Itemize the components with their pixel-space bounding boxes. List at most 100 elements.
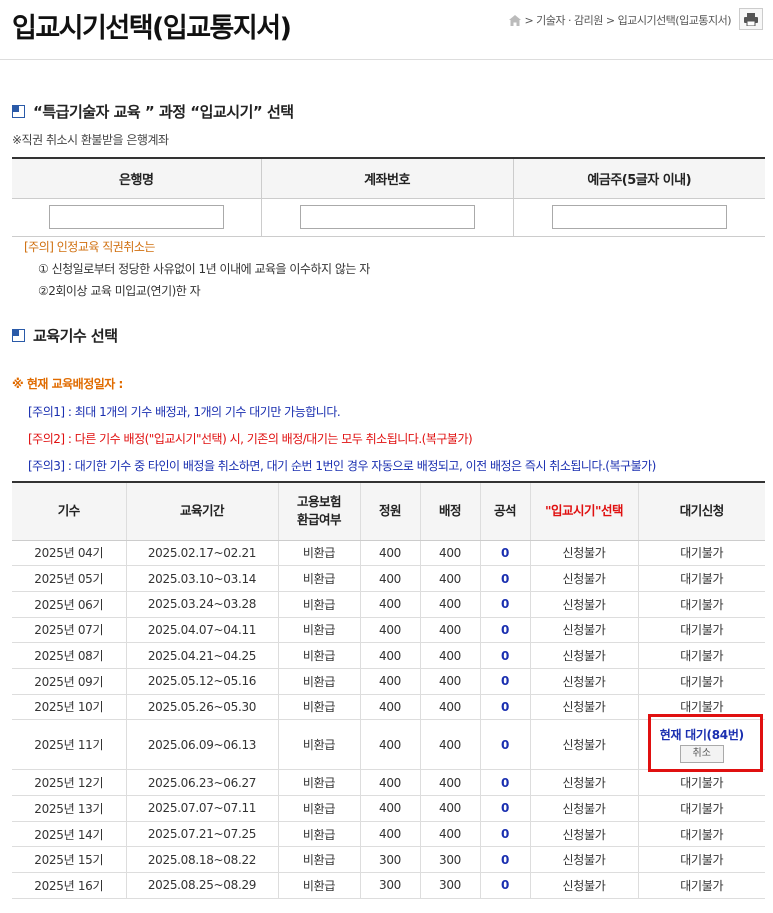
col-assigned: 배정 — [420, 482, 481, 541]
section-title-entry-period: “특급기술자 교육 ” 과정 “입교시기” 선택 — [12, 101, 294, 122]
period-cell: 2025.06.09~06.13 — [126, 719, 279, 771]
assigned-cell: 400 — [420, 591, 481, 618]
period-cell: 2025.08.18~08.22 — [126, 846, 279, 874]
breadcrumb-text: > 기술자 · 감리원 > 입교시기선택(입교통지서) — [524, 14, 731, 27]
capacity-cell: 400 — [360, 617, 421, 644]
col-waitlist: 대기신청 — [638, 482, 765, 541]
assigned-cell: 400 — [420, 694, 481, 721]
insurance-cell: 비환급 — [278, 591, 361, 618]
page-header: 입교시기선택(입교통지서) > 기술자 · 감리원 > 입교시기선택(입교통지서… — [0, 0, 773, 60]
term-cell: 2025년 16기 — [12, 872, 127, 899]
insurance-cell: 비환급 — [278, 795, 361, 822]
waitlist-cell: 대기불가 — [638, 668, 765, 695]
capacity-cell: 400 — [360, 565, 421, 592]
capacity-cell: 400 — [360, 719, 421, 771]
vacancy-cell: 0 — [480, 591, 531, 618]
vacancy-cell: 0 — [480, 642, 531, 669]
period-cell: 2025.04.07~04.11 — [126, 617, 279, 644]
period-cell: 2025.04.21~04.25 — [126, 642, 279, 669]
term-cell: 2025년 11기 — [12, 719, 127, 771]
insurance-cell: 비환급 — [278, 617, 361, 644]
table-row: 2025년 16기 2025.08.25~08.29 비환급 300 300 0 신청불가 대… — [12, 872, 765, 899]
vacancy-cell: 0 — [480, 565, 531, 592]
insurance-cell: 비환급 — [278, 769, 361, 796]
insurance-cell: 비환급 — [278, 668, 361, 695]
period-cell: 2025.03.24~03.28 — [126, 591, 279, 618]
assigned-cell: 400 — [420, 769, 481, 796]
insurance-cell: 비환급 — [278, 872, 361, 899]
refund-account-note: ※직권 취소시 환불받을 은행계좌 — [12, 133, 169, 147]
period-cell: 2025.06.23~06.27 — [126, 769, 279, 796]
vacancy-cell: 0 — [480, 795, 531, 822]
table-row: 2025년 09기 2025.05.12~05.16 비환급 400 400 0 신청불가 대… — [12, 668, 765, 695]
bank-name-input[interactable] — [48, 205, 224, 229]
waitlist-cell: 대기불가 — [638, 872, 765, 899]
table-row: 2025년 08기 2025.04.21~04.25 비환급 400 400 0 신청불가 대… — [12, 642, 765, 669]
insurance-cell: 비환급 — [278, 694, 361, 721]
vacancy-cell: 0 — [480, 769, 531, 796]
table-row: 2025년 13기 2025.07.07~07.11 비환급 400 400 0 신청불가 대… — [12, 795, 765, 822]
term-table: 기수 교육기간 고용보험 환급여부 정원 배정 공석 "입교시기"선택 대기신청 … — [12, 481, 765, 899]
waitlist-cell: 대기불가 — [638, 591, 765, 618]
assigned-cell: 400 — [420, 668, 481, 695]
assigned-cell: 400 — [420, 719, 481, 771]
waitlist-cell: 대기불가 — [638, 565, 765, 592]
select-cell: 신청불가 — [530, 617, 639, 644]
col-term: 기수 — [12, 482, 127, 541]
breadcrumb: > 기술자 · 감리원 > 입교시기선택(입교통지서) — [509, 12, 731, 28]
select-cell: 신청불가 — [530, 591, 639, 618]
waitlist-cell: 대기불가 — [638, 795, 765, 822]
select-cell: 신청불가 — [530, 565, 639, 592]
account-number-input[interactable] — [299, 205, 475, 229]
section-bullet-icon — [12, 329, 25, 342]
notice-1: [주의1] : 최대 1개의 기수 배정과, 1개의 기수 대기만 가능합니다. — [28, 405, 341, 419]
table-row: 2025년 06기 2025.03.24~03.28 비환급 400 400 0 신청불가 대… — [12, 591, 765, 618]
insurance-cell: 비환급 — [278, 719, 361, 771]
print-button[interactable] — [739, 8, 763, 30]
select-cell: 신청불가 — [530, 694, 639, 721]
refund-account-table: 은행명 계좌번호 예금주(5글자 이내) — [12, 157, 765, 237]
col-capacity: 정원 — [360, 482, 421, 541]
capacity-cell: 400 — [360, 591, 421, 618]
vacancy-cell: 0 — [480, 540, 531, 567]
table-header-row: 기수 교육기간 고용보험 환급여부 정원 배정 공석 "입교시기"선택 대기신청 — [12, 482, 765, 541]
printer-icon — [744, 12, 758, 26]
select-cell: 신청불가 — [530, 872, 639, 899]
assigned-cell: 400 — [420, 821, 481, 848]
capacity-cell: 300 — [360, 846, 421, 874]
term-cell: 2025년 15기 — [12, 846, 127, 874]
vacancy-cell: 0 — [480, 846, 531, 874]
select-cell: 신청불가 — [530, 821, 639, 848]
period-cell: 2025.05.12~05.16 — [126, 668, 279, 695]
assigned-cell: 300 — [420, 846, 481, 874]
caution-item: ②2회이상 교육 미입교(연기)한 자 — [38, 284, 201, 298]
account-holder-header: 예금주(5글자 이내) — [513, 158, 765, 199]
bank-name-header: 은행명 — [12, 158, 262, 199]
insurance-cell: 비환급 — [278, 642, 361, 669]
period-cell: 2025.07.21~07.25 — [126, 821, 279, 848]
select-cell: 신청불가 — [530, 668, 639, 695]
insurance-cell: 비환급 — [278, 540, 361, 567]
capacity-cell: 400 — [360, 540, 421, 567]
col-vacancy: 공석 — [480, 482, 531, 541]
col-select: "입교시기"선택 — [530, 482, 639, 541]
capacity-cell: 400 — [360, 694, 421, 721]
waitlist-cell: 대기불가 — [638, 540, 765, 567]
section-bullet-icon — [12, 105, 25, 118]
account-number-header: 계좌번호 — [261, 158, 514, 199]
table-row: 2025년 12기 2025.06.23~06.27 비환급 400 400 0 신청불가 대… — [12, 769, 765, 796]
account-holder-input[interactable] — [551, 205, 727, 229]
capacity-cell: 300 — [360, 872, 421, 899]
term-cell: 2025년 10기 — [12, 694, 127, 721]
home-icon[interactable] — [509, 14, 522, 26]
table-row: 2025년 04기 2025.02.17~02.21 비환급 400 400 0 신청불가 대… — [12, 540, 765, 567]
select-cell: 신청불가 — [530, 719, 639, 771]
vacancy-cell: 0 — [480, 668, 531, 695]
waitlist-cell: 대기불가 — [638, 617, 765, 644]
waitlist-cell: 대기불가 — [638, 642, 765, 669]
table-row: 2025년 15기 2025.08.18~08.22 비환급 300 300 0 신청불가 대… — [12, 846, 765, 874]
term-cell: 2025년 05기 — [12, 565, 127, 592]
table-row: 2025년 14기 2025.07.21~07.25 비환급 400 400 0 신청불가 대… — [12, 821, 765, 848]
notice-2: [주의2] : 다른 기수 배정("입교시기"선택) 시, 기존의 배정/대기는… — [28, 432, 473, 446]
capacity-cell: 400 — [360, 821, 421, 848]
